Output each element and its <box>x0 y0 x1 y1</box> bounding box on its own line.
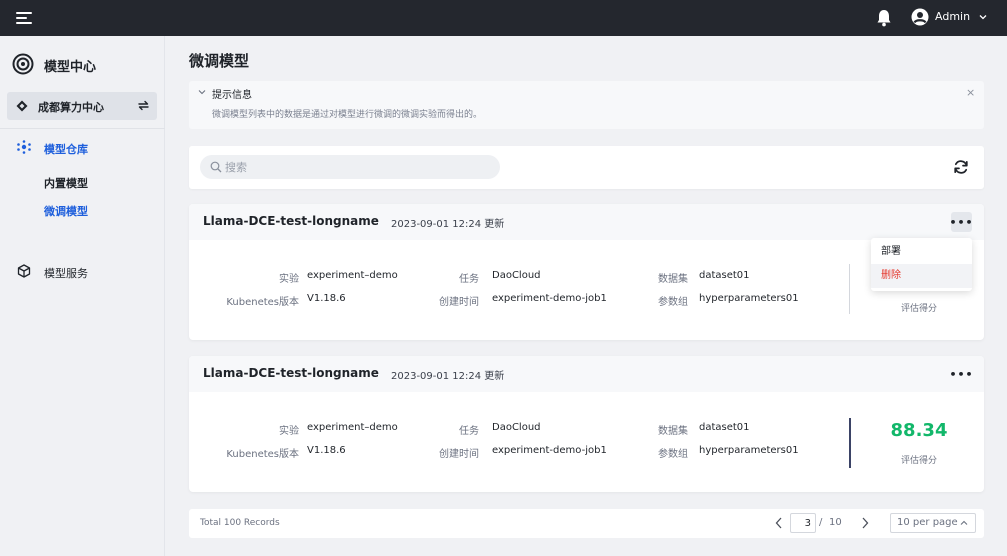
label-dataset: 数据集 <box>658 274 688 285</box>
more-actions-menu: 部署 删除 <box>871 238 972 291</box>
sidebar-item-builtin-models[interactable]: 内置模型 <box>44 175 88 191</box>
card-header: Llama-DCE-test-longname 2023-09-01 12:24… <box>189 204 984 240</box>
card-header: Llama-DCE-test-longname 2023-09-01 12:24… <box>189 356 984 392</box>
label-experiment: 实验 <box>279 274 299 285</box>
chevron-down-icon[interactable] <box>198 88 206 96</box>
sidebar-title: 模型中心 <box>44 60 97 75</box>
label-task: 任务 <box>459 426 479 437</box>
value-param-group: hyperparameters01 <box>699 293 799 304</box>
deploy-menu-item[interactable]: 部署 <box>871 240 972 264</box>
more-actions-button[interactable]: ••• <box>949 212 973 232</box>
user-avatar-icon[interactable] <box>911 8 929 26</box>
label-param-group: 参数组 <box>658 449 688 460</box>
value-k8s-version: V1.18.6 <box>307 445 346 456</box>
top-bar: Admin <box>0 0 1007 36</box>
sidebar-item-finetuned-models[interactable]: 微调模型 <box>44 203 88 219</box>
cluster-name: 成都算力中心 <box>38 101 104 114</box>
value-k8s-version: V1.18.6 <box>307 293 346 304</box>
chevron-right-icon[interactable] <box>860 516 870 530</box>
refresh-icon[interactable] <box>953 159 969 175</box>
score-divider <box>849 418 851 468</box>
sidebar-item-model-repo[interactable]: 模型仓库 <box>17 140 157 156</box>
user-name[interactable]: Admin <box>935 10 970 23</box>
label-k8s-version: Kubenetes版本 <box>226 297 299 308</box>
label-task: 任务 <box>459 274 479 285</box>
search-bar <box>189 146 984 189</box>
page-size-label: 10 per page <box>897 517 958 528</box>
model-name[interactable]: Llama-DCE-test-longname <box>203 214 379 228</box>
updated-time: 2023-09-01 12:24 更新 <box>391 371 505 382</box>
model-center-logo-icon <box>12 53 34 75</box>
value-dataset: dataset01 <box>699 270 750 281</box>
label-experiment: 实验 <box>279 426 299 437</box>
value-task: DaoCloud <box>492 270 541 281</box>
model-card: Llama-DCE-test-longname 2023-09-01 12:24… <box>189 204 984 340</box>
sidebar-item-label: 模型仓库 <box>44 143 88 156</box>
page-size-select[interactable]: 10 per page <box>890 513 976 533</box>
more-actions-button[interactable]: ••• <box>949 364 972 384</box>
chevron-up-icon <box>960 520 968 525</box>
cluster-icon <box>16 100 28 112</box>
evaluation-score: 88.34 <box>890 420 948 441</box>
chevron-left-icon[interactable] <box>774 516 784 530</box>
search-input[interactable] <box>200 155 500 179</box>
delete-menu-item[interactable]: 删除 <box>871 264 972 288</box>
chevron-down-icon[interactable] <box>978 12 988 22</box>
value-param-group: hyperparameters01 <box>699 445 799 456</box>
sidebar-item-model-service[interactable]: 模型服务 <box>17 264 157 280</box>
value-dataset: dataset01 <box>699 422 750 433</box>
menu-icon[interactable] <box>16 12 32 24</box>
label-dataset: 数据集 <box>658 426 688 437</box>
notice-box: 提示信息 微调模型列表中的数据是通过对模型进行微调的微调实验而得出的。 × <box>189 81 984 129</box>
total-records: Total 100 Records <box>200 518 280 528</box>
cube-icon <box>17 264 31 278</box>
label-k8s-version: Kubenetes版本 <box>226 449 299 460</box>
sidebar-divider <box>0 128 165 129</box>
notice-title: 提示信息 <box>212 90 252 101</box>
page-title: 微调模型 <box>189 52 250 70</box>
hub-icon <box>17 140 31 154</box>
total-pages: 10 <box>829 517 842 528</box>
value-task: DaoCloud <box>492 422 541 433</box>
score-divider <box>849 264 850 314</box>
bell-icon[interactable] <box>876 9 892 27</box>
evaluation-score-label: 评估得分 <box>900 456 937 466</box>
page-separator: / <box>819 517 823 528</box>
model-card: Llama-DCE-test-longname 2023-09-01 12:24… <box>189 356 984 492</box>
label-created-time: 创建时间 <box>439 449 479 460</box>
pagination-bar: Total 100 Records / 10 10 per page <box>189 509 984 538</box>
close-icon[interactable]: × <box>966 86 975 99</box>
cluster-switcher[interactable]: 成都算力中心 <box>7 92 157 120</box>
page-number-input[interactable] <box>790 513 816 533</box>
label-created-time: 创建时间 <box>439 297 479 308</box>
model-name[interactable]: Llama-DCE-test-longname <box>203 366 379 380</box>
updated-time: 2023-09-01 12:24 更新 <box>391 219 505 230</box>
notice-text: 微调模型列表中的数据是通过对模型进行微调的微调实验而得出的。 <box>212 110 483 120</box>
label-param-group: 参数组 <box>658 297 688 308</box>
evaluation-score-label: 评估得分 <box>900 304 937 314</box>
sidebar-item-label: 模型服务 <box>44 267 88 280</box>
switch-icon[interactable] <box>137 99 150 112</box>
sidebar: 模型中心 成都算力中心 模型仓库 内置模型 微调模型 模型服务 <box>0 36 165 556</box>
